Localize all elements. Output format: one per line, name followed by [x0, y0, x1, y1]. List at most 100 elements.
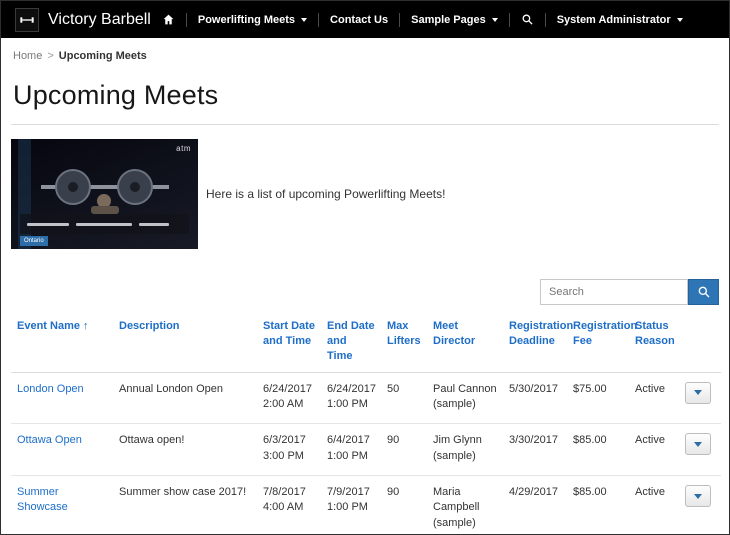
max-lifters-cell: 90: [381, 475, 427, 534]
table-search: [11, 279, 719, 305]
caption-text-placeholder: [27, 222, 69, 226]
brand-name[interactable]: Victory Barbell: [48, 11, 151, 29]
title-divider: [11, 124, 719, 125]
description-cell: Ottawa open!: [113, 423, 257, 477]
column-label: Event Name: [17, 320, 80, 332]
nav-label: System Administrator: [556, 13, 671, 26]
table-row: Ottawa Open Ottawa open! 6/3/2017 3:00 P…: [11, 423, 721, 477]
nav-label: Sample Pages: [411, 13, 486, 26]
end-date-cell: 6/24/2017 1:00 PM: [321, 372, 381, 425]
column-header-registration-deadline[interactable]: Registration Deadline: [503, 313, 573, 373]
caption-text-placeholder: [76, 222, 132, 226]
column-header-meet-director[interactable]: Meet Director: [427, 313, 503, 373]
registration-deadline-cell: 4/29/2017: [503, 475, 567, 534]
breadcrumb: Home > Upcoming Meets: [1, 38, 729, 64]
chevron-down-icon: [694, 493, 702, 499]
search-icon: [522, 14, 533, 25]
nav-sample-pages[interactable]: Sample Pages: [400, 1, 509, 38]
meet-director-cell: Jim Glynn (sample): [427, 423, 503, 477]
breadcrumb-home-link[interactable]: Home: [13, 50, 42, 62]
max-lifters-cell: 50: [381, 372, 427, 425]
chevron-down-icon: [491, 17, 498, 22]
description-cell: Summer show case 2017!: [113, 475, 257, 534]
start-date-cell: 7/8/2017 4:00 AM: [257, 475, 321, 534]
event-name-link[interactable]: Ottawa Open: [17, 434, 82, 446]
page: Victory Barbell Powerlifting Meets Conta…: [0, 0, 730, 535]
nav-menu: Powerlifting Meets Contact Us Sample Pag…: [151, 1, 694, 38]
table-row: London Open Annual London Open 6/24/2017…: [11, 372, 721, 425]
start-date-cell: 6/3/2017 3:00 PM: [257, 423, 321, 477]
end-date-cell: 6/4/2017 1:00 PM: [321, 423, 381, 477]
date: 6/24/2017: [327, 382, 376, 395]
page-title: Upcoming Meets: [13, 80, 219, 110]
column-header-end-date[interactable]: End Date and Time: [321, 313, 381, 373]
date: 7/8/2017: [263, 486, 306, 499]
row-actions-dropdown-button[interactable]: [685, 433, 711, 456]
status-reason-cell: Active: [629, 423, 679, 477]
caption-text-placeholder: [139, 222, 169, 226]
row-actions-dropdown-button[interactable]: [685, 485, 711, 508]
video-region-badge: Ontario: [20, 236, 48, 246]
nav-contact-us[interactable]: Contact Us: [319, 1, 399, 38]
search-button[interactable]: [688, 279, 719, 305]
status-reason-cell: Active: [629, 475, 679, 534]
upcoming-meets-table: Event Name ↑ Description Start Date and T…: [11, 313, 721, 534]
description-cell: Annual London Open: [113, 372, 257, 425]
max-lifters-cell: 90: [381, 423, 427, 477]
event-name-link[interactable]: London Open: [17, 383, 84, 395]
column-header-max-lifters[interactable]: Max Lifters: [381, 313, 427, 373]
end-date-cell: 7/9/2017 1:00 PM: [321, 475, 381, 534]
date: 6/24/2017: [263, 382, 312, 395]
search-input[interactable]: [540, 279, 688, 305]
brand-logo[interactable]: [15, 7, 39, 32]
search-icon: [698, 286, 709, 298]
nav-home[interactable]: [151, 1, 186, 38]
column-header-description[interactable]: Description: [113, 313, 257, 373]
time: 1:00 PM: [327, 449, 368, 462]
time: 4:00 AM: [263, 501, 304, 514]
home-icon: [163, 14, 174, 25]
date: 6/3/2017: [263, 434, 306, 447]
time: 2:00 AM: [263, 397, 304, 410]
time: 1:00 PM: [327, 397, 368, 410]
column-header-actions: [679, 313, 721, 373]
column-header-start-date[interactable]: Start Date and Time: [257, 313, 321, 373]
date: 7/9/2017: [327, 486, 370, 499]
chevron-down-icon: [301, 17, 308, 22]
column-header-registration-fee[interactable]: Registration Fee: [567, 313, 637, 373]
video-caption-bar: [20, 214, 189, 234]
breadcrumb-current: Upcoming Meets: [58, 50, 147, 62]
registration-deadline-cell: 5/30/2017: [503, 372, 567, 425]
registration-fee-cell: $75.00: [567, 372, 629, 425]
video-thumbnail[interactable]: atm Ontario: [11, 139, 198, 249]
registration-deadline-cell: 3/30/2017: [503, 423, 567, 477]
row-actions-dropdown-button[interactable]: [685, 381, 711, 404]
nav-powerlifting-meets[interactable]: Powerlifting Meets: [187, 1, 318, 38]
chevron-down-icon: [694, 441, 702, 447]
date: 6/4/2017: [327, 434, 370, 447]
barbell-logo-icon: [20, 16, 34, 23]
chevron-down-icon: [676, 17, 683, 22]
nav-label: Powerlifting Meets: [197, 13, 296, 26]
sort-ascending-icon: ↑: [82, 320, 89, 332]
time: 3:00 PM: [263, 449, 304, 462]
time: 1:00 PM: [327, 501, 368, 514]
event-name-link[interactable]: Summer Showcase: [17, 486, 68, 513]
nav-label: Contact Us: [330, 13, 389, 26]
meet-director-cell: Maria Campbell (sample): [427, 475, 503, 534]
nav-search[interactable]: [510, 1, 545, 38]
intro-section: atm Ontario Here is a list of upcoming P…: [11, 139, 719, 249]
nav-user-menu[interactable]: System Administrator: [546, 1, 694, 38]
column-header-status-reason[interactable]: Status Reason: [629, 313, 679, 373]
table-header-row: Event Name ↑ Description Start Date and T…: [11, 313, 721, 373]
chevron-down-icon: [694, 390, 702, 396]
registration-fee-cell: $85.00: [567, 475, 629, 534]
start-date-cell: 6/24/2017 2:00 AM: [257, 372, 321, 425]
registration-fee-cell: $85.00: [567, 423, 629, 477]
column-header-event-name[interactable]: Event Name ↑: [11, 313, 113, 373]
meet-director-cell: Paul Cannon (sample): [427, 372, 503, 425]
breadcrumb-separator: >: [47, 50, 54, 62]
table-row: Summer Showcase Summer show case 2017! 7…: [11, 475, 721, 534]
video-watermark: atm: [176, 144, 191, 153]
top-navbar: Victory Barbell Powerlifting Meets Conta…: [1, 1, 729, 38]
